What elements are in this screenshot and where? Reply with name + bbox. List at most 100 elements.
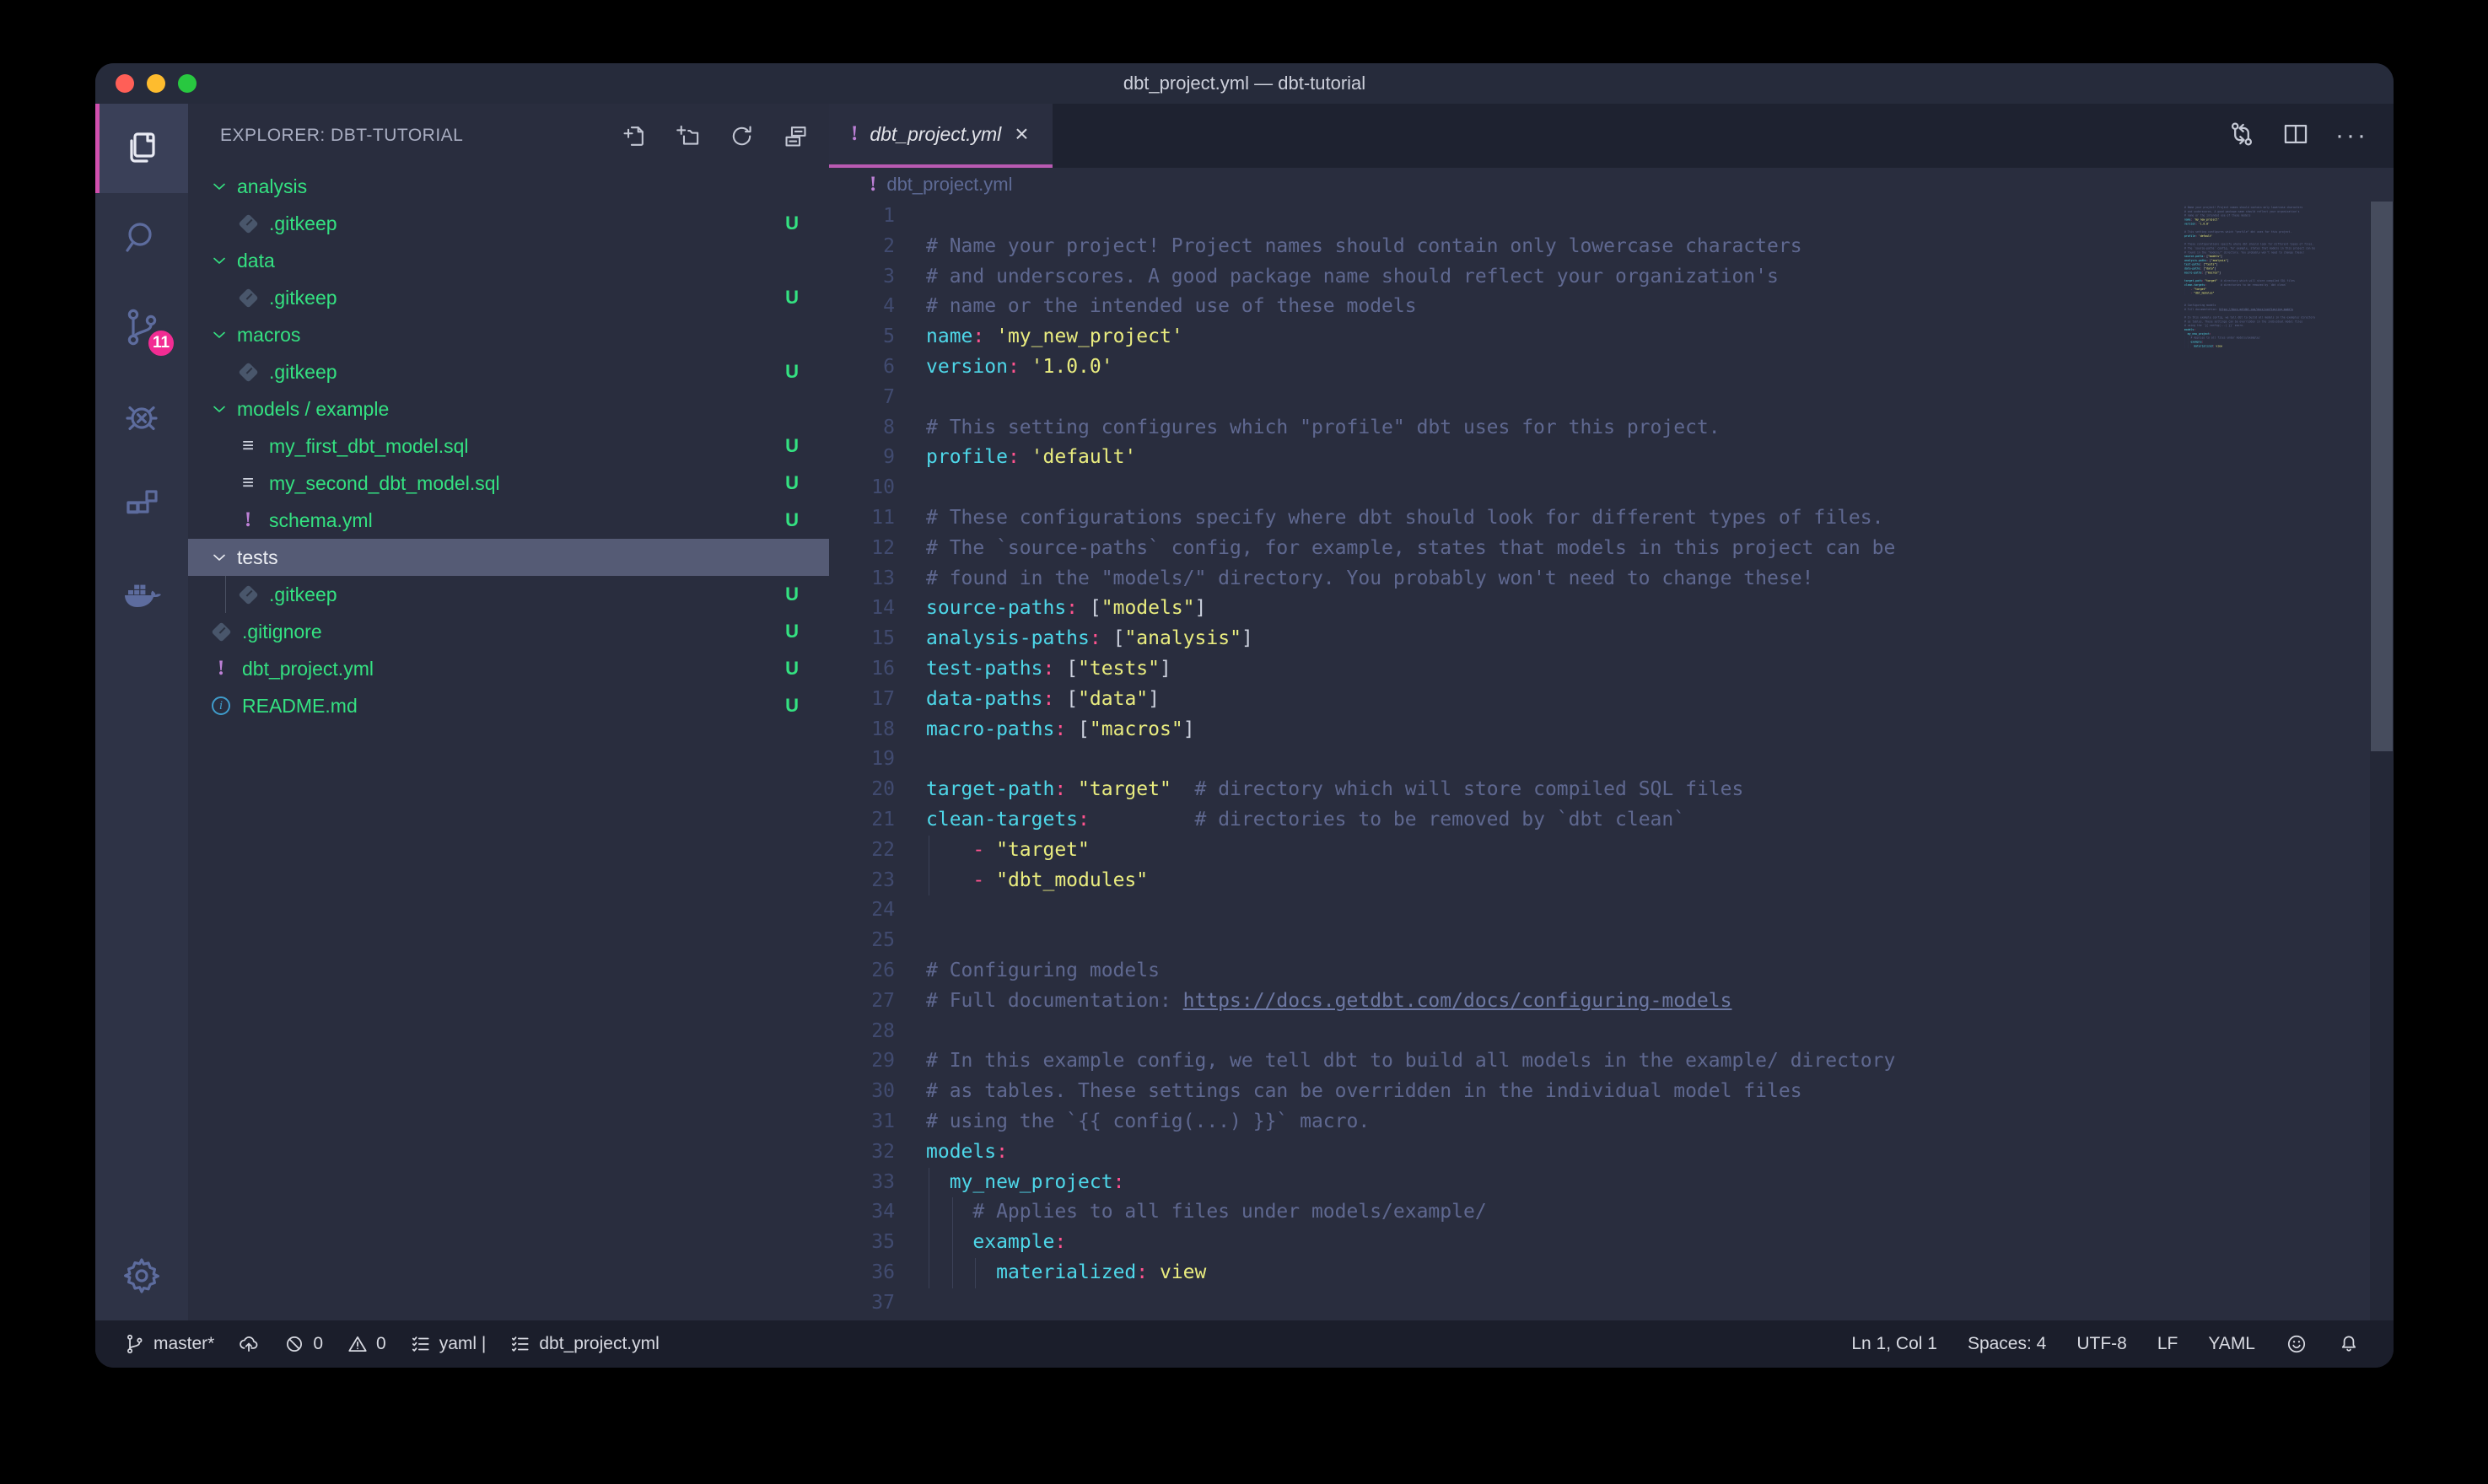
git-untracked-badge: U [785,361,799,383]
status-item-language-status[interactable]: yaml | [410,1333,487,1355]
tree-item-label: macros [237,324,799,347]
tree-item-my-first-dbt-model-sql[interactable]: ≡my_first_dbt_model.sqlU [188,427,829,465]
code-line [926,926,2174,956]
tree-item-readme-md[interactable]: iREADME.mdU [188,687,829,724]
code-line: # Applies to all files under models/exam… [926,1197,2174,1228]
line-number: 10 [829,473,895,503]
traffic-lights [116,63,197,104]
editor-surface[interactable]: 1234567891011121314151617181920212223242… [829,202,2394,1320]
line-number: 3 [829,262,895,293]
status-item-feedback[interactable] [2286,1333,2308,1355]
explorer-actions [615,117,814,154]
activity-item-settings[interactable] [95,1231,188,1320]
code-line: # Name your project! Project names shoul… [926,232,2174,262]
activity-item-search[interactable] [95,193,188,282]
yaml-file-icon: ! [245,508,251,532]
tree-item-dbt-project-yml[interactable]: !dbt_project.ymlU [188,650,829,687]
line-number: 31 [829,1107,895,1137]
explorer-header: EXPLORER: DBT-TUTORIAL [188,104,829,168]
tree-item-tests[interactable]: tests [188,539,829,576]
status-item-warnings[interactable]: 0 [347,1333,386,1355]
activity-item-explorer[interactable] [95,104,188,193]
breadcrumb[interactable]: ! dbt_project.yml [829,168,2394,202]
code-line: my_new_project: [926,1168,2174,1198]
status-left: master* 0 0 yaml | dbt_project.yml [124,1333,1851,1355]
line-number: 15 [829,624,895,654]
tree-item--gitignore[interactable]: .gitignoreU [188,613,829,650]
tree-item-schema-yml[interactable]: !schema.ymlU [188,502,829,539]
tree-item-label: my_first_dbt_model.sql [269,435,785,458]
explorer-sidebar: EXPLORER: DBT-TUTORIAL analysis.gitkeepU… [188,104,829,1320]
line-number: 29 [829,1046,895,1077]
collapse-all-button[interactable] [777,117,814,154]
tab-label: dbt_project.yml [870,123,1001,146]
git-file-icon [238,288,258,308]
editor-scrollbar [2370,202,2394,1320]
tree-item--gitkeep[interactable]: .gitkeepU [188,576,829,613]
status-item-label: Spaces: 4 [1968,1334,2046,1354]
chevron-down-icon [208,175,230,197]
close-tab-icon[interactable]: × [1013,122,1030,146]
new-file-button[interactable] [615,117,652,154]
tree-item--gitkeep[interactable]: .gitkeepU [188,353,829,390]
tree-item-models-example[interactable]: models / example [188,390,829,427]
code-line: # Full documentation: https://docs.getdb… [926,987,2174,1017]
activity-item-source-control[interactable]: 11 [95,282,188,372]
zoom-window-button[interactable] [178,74,197,93]
tree-item-label: .gitkeep [269,212,785,235]
scrollbar-slider[interactable] [2371,202,2393,751]
tree-item-macros[interactable]: macros [188,316,829,353]
tree-item-label: dbt_project.yml [242,658,785,680]
status-item-eol[interactable]: LF [2157,1334,2178,1354]
more-actions-button[interactable]: ··· [2335,121,2368,150]
status-item-encoding[interactable]: UTF-8 [2076,1334,2127,1354]
git-untracked-badge: U [785,472,799,494]
line-number: 17 [829,685,895,715]
tree-item--gitkeep[interactable]: .gitkeepU [188,279,829,316]
tree-item-label: .gitkeep [269,583,785,606]
code-line: # name or the intended use of these mode… [926,292,2174,322]
activity-item-debug[interactable] [95,372,188,461]
status-item-cursor-position[interactable]: Ln 1, Col 1 [1851,1334,1937,1354]
code-line: - "dbt_modules" [926,866,2174,896]
docker-icon [121,575,162,616]
code-line: # The `source-paths` config, for example… [926,534,2174,564]
code-line: # These configurations specify where dbt… [926,503,2174,534]
tab-dbt-project-yml[interactable]: ! dbt_project.yml × [829,104,1053,168]
tree-item-my-second-dbt-model-sql[interactable]: ≡my_second_dbt_model.sqlU [188,465,829,502]
git-file-icon [238,362,258,382]
status-item-git-branch[interactable]: master* [124,1333,214,1355]
activity-item-extensions[interactable] [95,461,188,551]
tree-item-data[interactable]: data [188,242,829,279]
new-folder-button[interactable] [669,117,706,154]
status-item-indentation[interactable]: Spaces: 4 [1968,1334,2046,1354]
minimap[interactable]: # Name your project! Project names shoul… [2184,202,2370,1320]
status-item-notifications[interactable] [2338,1333,2360,1355]
status-item-dbt-status[interactable]: dbt_project.yml [509,1333,659,1355]
line-number: 6 [829,352,895,383]
line-number: 4 [829,292,895,322]
line-number: 13 [829,564,895,594]
activity-item-docker[interactable] [95,551,188,640]
code-line: clean-targets: # directories to be remov… [926,805,2174,836]
code-line [926,1288,2174,1319]
activity-bar: 11 [95,104,188,1320]
git-file-icon [238,213,258,234]
line-number: 7 [829,383,895,413]
minimize-window-button[interactable] [147,74,165,93]
checklist-icon [509,1333,531,1355]
chevron-down-icon [208,250,230,272]
close-window-button[interactable] [116,74,134,93]
open-changes-button[interactable] [2227,120,2256,153]
status-item-language-mode[interactable]: YAML [2208,1334,2255,1354]
refresh-button[interactable] [723,117,760,154]
status-item-sync[interactable] [238,1333,260,1355]
code-line: test-paths: ["tests"] [926,654,2174,685]
code-line: # and underscores. A good package name s… [926,262,2174,293]
branch-small-icon [124,1333,146,1355]
tree-item--gitkeep[interactable]: .gitkeepU [188,205,829,242]
explorer-title: EXPLORER: DBT-TUTORIAL [220,126,615,146]
status-item-errors[interactable]: 0 [283,1333,323,1355]
tree-item-analysis[interactable]: analysis [188,168,829,205]
split-editor-button[interactable] [2281,120,2310,153]
